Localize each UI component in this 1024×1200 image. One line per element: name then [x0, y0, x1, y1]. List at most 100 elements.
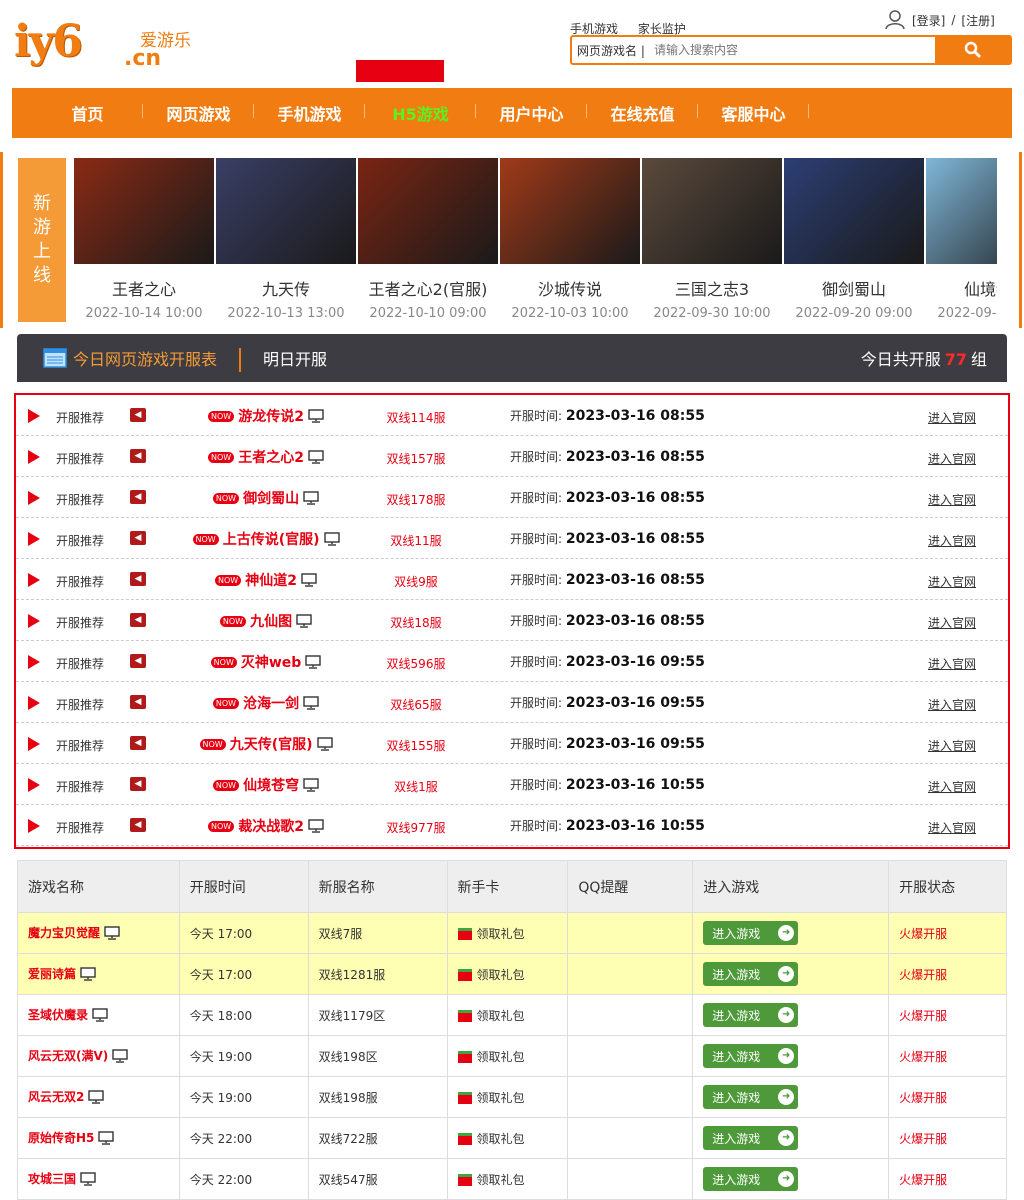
new-game-card[interactable]: 仙境物语 2022-09-13 10:00 [925, 158, 997, 321]
recommended-game-name[interactable]: 仙境苍穹 [243, 778, 299, 794]
gift-label[interactable]: 领取礼包 [477, 968, 525, 982]
official-site-link[interactable]: 进入官网 [928, 450, 976, 467]
enter-game-button[interactable]: 进入游戏 ➜ [703, 1126, 799, 1150]
recommended-game[interactable]: NOW 神仙道2 [166, 570, 366, 591]
gift-label[interactable]: 领取礼包 [477, 1091, 525, 1105]
table-game-name[interactable]: 圣域伏魔录 [17, 994, 180, 1036]
recommended-game[interactable]: NOW 上古传说(官服) [166, 529, 366, 550]
recommended-game-name[interactable]: 游龙传说2 [238, 409, 304, 425]
gift-label[interactable]: 领取礼包 [477, 1009, 525, 1023]
game-name[interactable]: 王者之心 [73, 276, 215, 300]
search-type-select[interactable]: 网页游戏名 | [572, 42, 654, 59]
enter-game-button[interactable]: 进入游戏 ➜ [703, 962, 799, 986]
recommended-game[interactable]: NOW 游龙传说2 [166, 406, 366, 427]
tab-today[interactable]: 今日网页游戏开服表 [43, 346, 217, 370]
game-name[interactable]: 三国之志3 [641, 276, 783, 300]
nav-support[interactable]: 客服中心 [698, 101, 809, 125]
table-game-name-text[interactable]: 原始传奇H5 [28, 1131, 94, 1145]
recommended-game[interactable]: NOW 王者之心2 [166, 447, 366, 468]
game-name[interactable]: 九天传 [215, 276, 357, 300]
recommended-game-name[interactable]: 沧海一剑 [243, 696, 299, 712]
nav-h5-games[interactable]: H5游戏 [365, 101, 476, 125]
recommended-game[interactable]: NOW 裁决战歌2 [166, 816, 366, 837]
table-game-name-text[interactable]: 攻城三国 [28, 1172, 76, 1186]
recommended-game-name[interactable]: 九天传(官服) [230, 737, 313, 753]
game-banner-image[interactable] [358, 158, 498, 264]
new-game-card[interactable]: 九天传 2022-10-13 13:00 [215, 158, 357, 321]
official-site-link[interactable]: 进入官网 [928, 614, 976, 631]
enter-game-button[interactable]: 进入游戏 ➜ [703, 921, 799, 945]
official-site-link[interactable]: 进入官网 [928, 409, 976, 426]
nav-user-center[interactable]: 用户中心 [476, 101, 587, 125]
official-site-link[interactable]: 进入官网 [928, 737, 976, 754]
table-game-name-text[interactable]: 圣域伏魔录 [28, 1008, 88, 1022]
recommended-game[interactable]: NOW 灭神web [166, 652, 366, 673]
game-name[interactable]: 仙境物语 [925, 276, 997, 300]
nav-home[interactable]: 首页 [32, 101, 143, 125]
tab-tomorrow[interactable]: 明日开服 [263, 346, 327, 370]
game-banner-image[interactable] [500, 158, 640, 264]
table-game-name-text[interactable]: 魔力宝贝觉醒 [28, 926, 100, 940]
recommended-game-name[interactable]: 灭神web [241, 655, 301, 671]
recommended-game-name[interactable]: 上古传说(官服) [223, 532, 320, 548]
enter-game-button[interactable]: 进入游戏 ➜ [703, 1167, 799, 1191]
gift-label[interactable]: 领取礼包 [477, 1050, 525, 1064]
table-game-name-text[interactable]: 风云无双(满V) [28, 1049, 108, 1063]
parental-control-link[interactable]: 家长监护 [638, 22, 686, 36]
game-banner-image[interactable] [784, 158, 924, 264]
table-gift[interactable]: 领取礼包 [446, 994, 569, 1036]
enter-game-button[interactable]: 进入游戏 ➜ [703, 1003, 799, 1027]
search-input[interactable] [654, 38, 935, 62]
table-gift[interactable]: 领取礼包 [446, 1076, 569, 1118]
table-game-name[interactable]: 魔力宝贝觉醒 [17, 912, 180, 954]
mobile-games-link[interactable]: 手机游戏 [570, 22, 618, 36]
official-site-link[interactable]: 进入官网 [928, 532, 976, 549]
search-button[interactable] [935, 37, 1010, 63]
game-name[interactable]: 王者之心2(官服) [357, 276, 499, 300]
table-gift[interactable]: 领取礼包 [446, 1117, 569, 1159]
recommended-game[interactable]: NOW 九天传(官服) [166, 734, 366, 755]
table-gift[interactable]: 领取礼包 [446, 912, 569, 954]
game-banner-image[interactable] [642, 158, 782, 264]
recommended-game-name[interactable]: 御剑蜀山 [243, 491, 299, 507]
table-game-name[interactable]: 风云无双2 [17, 1076, 180, 1118]
recommended-game[interactable]: NOW 沧海一剑 [166, 693, 366, 714]
official-site-link[interactable]: 进入官网 [928, 696, 976, 713]
recommended-game-name[interactable]: 九仙图 [250, 614, 292, 630]
official-site-link[interactable]: 进入官网 [928, 778, 976, 795]
register-link[interactable]: [注册] [961, 12, 994, 29]
recommended-game-name[interactable]: 王者之心2 [238, 450, 304, 466]
game-banner-image[interactable] [216, 158, 356, 264]
new-game-card[interactable]: 王者之心 2022-10-14 10:00 [73, 158, 215, 321]
nav-web-games[interactable]: 网页游戏 [143, 101, 254, 125]
recommended-game-name[interactable]: 裁决战歌2 [238, 819, 304, 835]
table-game-name[interactable]: 原始传奇H5 [17, 1117, 180, 1159]
table-game-name[interactable]: 风云无双(满V) [17, 1035, 180, 1077]
nav-recharge[interactable]: 在线充值 [587, 101, 698, 125]
official-site-link[interactable]: 进入官网 [928, 655, 976, 672]
official-site-link[interactable]: 进入官网 [928, 819, 976, 836]
table-game-name-text[interactable]: 风云无双2 [28, 1090, 84, 1104]
table-gift[interactable]: 领取礼包 [446, 953, 569, 995]
new-game-card[interactable]: 三国之志3 2022-09-30 10:00 [641, 158, 783, 321]
site-logo[interactable]: iy6 爱游乐 .cn [14, 14, 204, 74]
gift-label[interactable]: 领取礼包 [477, 1173, 525, 1187]
recommended-game[interactable]: NOW 仙境苍穹 [166, 775, 366, 796]
table-gift[interactable]: 领取礼包 [446, 1035, 569, 1077]
login-link[interactable]: [登录] [912, 12, 945, 29]
game-banner-image[interactable] [74, 158, 214, 264]
new-game-card[interactable]: 沙城传说 2022-10-03 10:00 [499, 158, 641, 321]
table-game-name[interactable]: 爱丽诗篇 [17, 953, 180, 995]
official-site-link[interactable]: 进入官网 [928, 573, 976, 590]
gift-label[interactable]: 领取礼包 [477, 927, 525, 941]
recommended-game-name[interactable]: 神仙道2 [245, 573, 297, 589]
game-name[interactable]: 沙城传说 [499, 276, 641, 300]
new-game-card[interactable]: 御剑蜀山 2022-09-20 09:00 [783, 158, 925, 321]
game-banner-image[interactable] [926, 158, 997, 264]
table-game-name-text[interactable]: 爱丽诗篇 [28, 967, 76, 981]
game-name[interactable]: 御剑蜀山 [783, 276, 925, 300]
recommended-game[interactable]: NOW 御剑蜀山 [166, 488, 366, 509]
nav-mobile-games[interactable]: 手机游戏 [254, 101, 365, 125]
enter-game-button[interactable]: 进入游戏 ➜ [703, 1044, 799, 1068]
official-site-link[interactable]: 进入官网 [928, 491, 976, 508]
